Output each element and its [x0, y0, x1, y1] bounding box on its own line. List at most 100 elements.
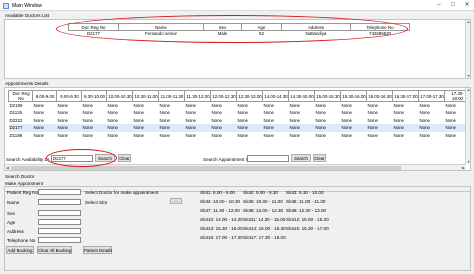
table-cell: None — [81, 124, 107, 132]
table-cell: None — [392, 124, 419, 132]
scroll-right-icon[interactable]: ▶ — [461, 166, 466, 170]
table-cell: 52 — [259, 31, 264, 37]
maximize-icon[interactable]: □ — [446, 0, 460, 11]
doctors-column-header[interactable]: Age — [241, 23, 282, 31]
table-cell: None — [107, 110, 119, 116]
slot-label: Slot11: 14.30 - 15.00 — [243, 217, 286, 222]
table-cell: None — [419, 117, 431, 123]
slot-label: Slot17: 17.30 - 18.00 — [243, 235, 286, 240]
search-availability-label: Search Availability Dr. — [6, 157, 51, 162]
appointments-column-header[interactable]: 11.00-11.30 — [158, 90, 185, 102]
table-cell: None — [159, 132, 171, 138]
table-cell: None — [132, 124, 159, 132]
field-label: Telephone No — [7, 238, 36, 243]
doctors-column-header[interactable]: Telephone No — [350, 23, 410, 31]
clear-all-booking-button[interactable]: Clear All Booking — [37, 246, 72, 254]
appointments-column-header[interactable]: 15.30-16.00 — [340, 90, 367, 102]
table-cell: None — [236, 124, 263, 132]
field-input[interactable] — [38, 199, 81, 205]
table-cell: None — [367, 103, 379, 108]
search-heading: Search Doctor — [5, 174, 35, 179]
scroll-up-icon[interactable]: ▲ — [466, 20, 471, 24]
table-cell: None — [289, 117, 301, 123]
appointments-column-header[interactable]: 10.30-11.00 — [132, 90, 159, 102]
table-cell: None — [185, 117, 197, 123]
table-cell: D1198 — [9, 132, 23, 138]
select-doctor-label: Select Doctor for make appointment — [85, 190, 159, 195]
appointments-column-header[interactable]: 8.00-9.00 — [32, 90, 57, 102]
search-appointment-input[interactable] — [247, 155, 289, 162]
doctors-column-header[interactable]: Name — [118, 23, 204, 31]
appointments-column-header[interactable]: 12.30-13.00 — [236, 90, 263, 102]
appointments-hscrollbar[interactable]: ◀ ▶ — [5, 164, 466, 170]
scroll-thumb[interactable] — [11, 166, 401, 170]
appointments-heading: Appointments Details — [5, 81, 49, 86]
scroll-up-icon[interactable]: ▲ — [466, 88, 470, 92]
appointments-vscrollbar[interactable]: ▲ ▼ — [465, 88, 470, 164]
appointments-column-header[interactable]: 12.00-12.30 — [210, 90, 237, 102]
search-availability-button[interactable]: Search — [95, 154, 115, 162]
add-booking-button[interactable]: Add Booking — [6, 246, 34, 254]
slot-label: Slot15: 16.30 - 17.00 — [286, 226, 329, 231]
table-cell: None — [341, 132, 353, 138]
doctors-column-header[interactable]: Address — [281, 23, 351, 31]
select-slot-label: Select Slot — [85, 200, 107, 205]
table-cell: D1126 — [9, 110, 23, 116]
minimize-icon[interactable]: – — [432, 0, 446, 11]
appointments-column-header[interactable]: 16.30-17.00 — [392, 90, 419, 102]
field-input[interactable] — [38, 219, 81, 225]
table-cell: None — [133, 117, 145, 123]
scroll-left-icon[interactable]: ◀ — [5, 166, 10, 170]
field-input[interactable] — [38, 228, 81, 234]
table-row[interactable]: D2177 None None None None None None None None Non… — [8, 124, 470, 132]
clear-availability-button[interactable]: Clear — [118, 154, 131, 162]
clear-appointment-button[interactable]: Clear — [313, 154, 326, 162]
table-cell: None — [210, 124, 237, 132]
table-cell: None — [393, 117, 405, 123]
slot-label: Slot9: 12.30 - 13.00 — [286, 208, 327, 213]
table-row[interactable]: D1198 None None None None None None None None Non… — [9, 132, 470, 140]
table-cell: None — [56, 124, 82, 132]
table-row[interactable]: D2177 Fernando senior Male 52 Nattandiya 7426… — [69, 31, 410, 37]
doctors-scrollbar[interactable]: ▲ ▼ — [465, 20, 470, 78]
field-label: Age — [7, 220, 16, 225]
field-input[interactable] — [38, 189, 81, 195]
table-cell: None — [419, 132, 431, 138]
table-cell: None — [366, 124, 393, 132]
select-slot-browse-button[interactable]: ... — [170, 198, 182, 204]
appointments-column-header[interactable]: 16.00-16.30 — [366, 90, 393, 102]
close-icon[interactable]: ✕ — [460, 0, 474, 11]
slot-label: Slot3: 9.30 - 10.00 — [286, 190, 324, 195]
appointments-column-header[interactable]: 15.00-15.30 — [314, 90, 341, 102]
table-cell: None — [133, 110, 145, 116]
scroll-down-icon[interactable]: ▼ — [466, 160, 470, 164]
appointments-column-header[interactable]: 10.00-10.30 — [106, 90, 133, 102]
appointments-column-header[interactable]: 9.00-9.30 — [56, 90, 82, 102]
appointments-column-header[interactable]: 11.30-12.00 — [184, 90, 211, 102]
scroll-down-icon[interactable]: ▼ — [466, 74, 471, 78]
table-cell: None — [367, 110, 379, 116]
table-row[interactable]: D2222 None None None None None None None None Non… — [9, 117, 470, 125]
table-cell: None — [184, 124, 211, 132]
appointments-column-header[interactable]: 14.30-15.00 — [288, 90, 315, 102]
appointments-column-header[interactable]: Doc Reg No — [8, 90, 33, 102]
slot-label: Slot7: 11.30 - 12.00 — [200, 208, 240, 213]
table-cell: None — [315, 117, 327, 123]
field-input[interactable] — [38, 237, 81, 243]
table-row[interactable]: D1126 None None None None None None None None Non… — [9, 109, 470, 117]
patient-details-button[interactable]: Patient Details — [83, 246, 112, 254]
slot-label: Slot6: 11.00 - 11.30 — [286, 199, 326, 204]
table-cell: None — [419, 103, 431, 108]
doctors-column-header[interactable]: Sex — [203, 23, 242, 31]
table-cell: None — [418, 124, 445, 132]
doctors-column-header[interactable]: Doc Reg No — [68, 23, 119, 31]
table-cell: None — [33, 117, 45, 123]
appointments-column-header[interactable]: 17.00-17.30 — [418, 90, 445, 102]
table-cell: None — [57, 132, 69, 138]
table-row[interactable]: D2189 None None None None None None None None Non… — [9, 102, 470, 110]
appointments-column-header[interactable]: 14.00-14.30 — [262, 90, 289, 102]
search-availability-input[interactable]: D2177 — [51, 155, 93, 162]
field-input[interactable] — [38, 210, 81, 216]
appointments-column-header[interactable]: 9.30-10.00 — [81, 90, 107, 102]
search-appointment-button[interactable]: Search — [291, 154, 311, 162]
